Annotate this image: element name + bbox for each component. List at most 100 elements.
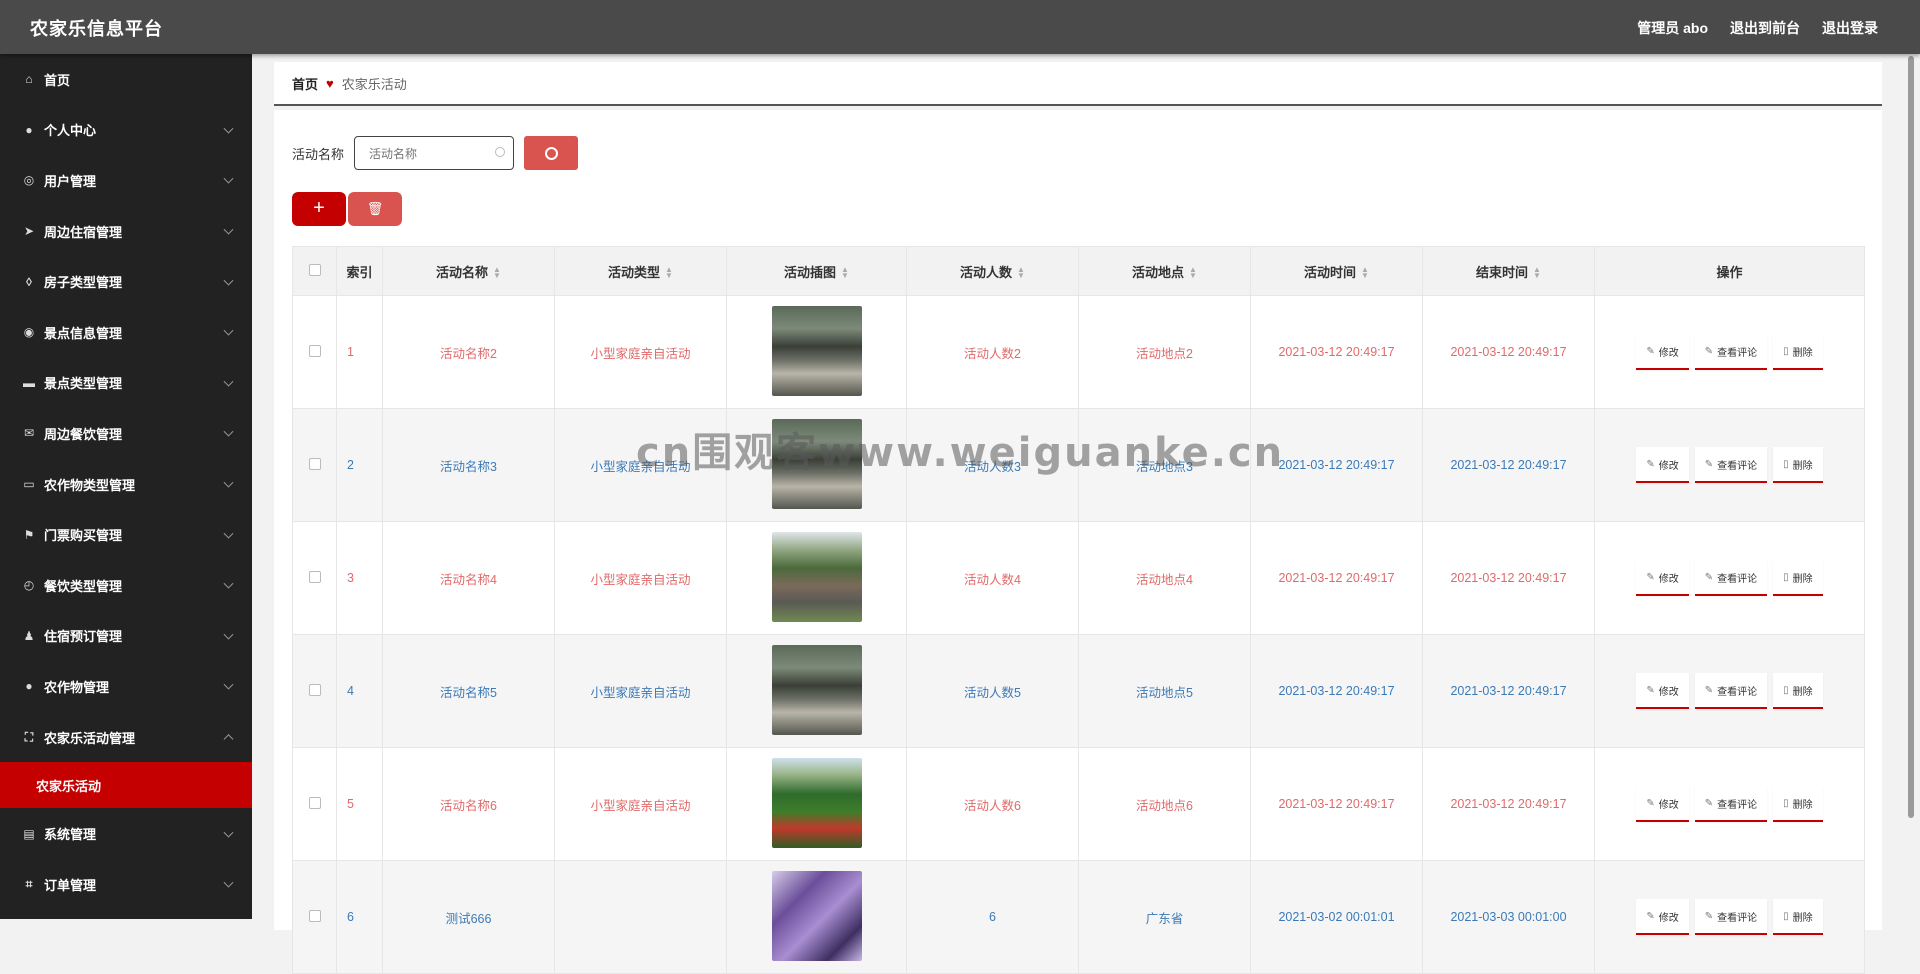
view-comments-button[interactable]: ✎ 查看评论 (1694, 447, 1768, 483)
select-all-checkbox[interactable] (308, 263, 321, 276)
activity-thumbnail[interactable] (771, 305, 862, 396)
actions-cell: ✎ 修改 ✎ 查看评论 ▯ 删除 (1594, 747, 1865, 861)
sidebar-item-3[interactable]: ➤ 周边住宿管理 (0, 206, 252, 257)
type-cell: 小型家庭亲自活动 (554, 747, 727, 861)
add-button[interactable]: + (292, 192, 346, 226)
view-comments-label: 查看评论 (1717, 686, 1758, 698)
sort-icon[interactable]: ▲ ▼ (665, 266, 673, 280)
sidebar-item-7[interactable]: ✉ 周边餐饮管理 (0, 408, 252, 459)
delete-button[interactable]: ▯ 删除 (1773, 560, 1823, 596)
activity-thumbnail[interactable] (771, 531, 862, 622)
column-header[interactable]: 活动地点 ▲ ▼ (1078, 246, 1251, 296)
index-cell: 2 (336, 408, 383, 522)
sidebar-subitem-activity[interactable]: 农家乐活动 (0, 762, 252, 809)
batch-delete-button[interactable]: 🗑 (348, 192, 402, 226)
row-checkbox[interactable] (308, 683, 321, 696)
search-button[interactable] (524, 136, 579, 170)
sidebar-item-15[interactable]: ⌗ 订单管理 (0, 859, 252, 910)
exit-to-front-link[interactable]: 退出到前台 (1730, 18, 1800, 38)
activity-thumbnail[interactable] (771, 757, 862, 848)
column-header[interactable]: 活动人数 ▲ ▼ (906, 246, 1079, 296)
chevron-down-icon (223, 224, 234, 235)
cell-text: 5 (347, 797, 354, 811)
column-header[interactable]: 活动名称 ▲ ▼ (382, 246, 555, 296)
sort-icon[interactable]: ▲ ▼ (1189, 266, 1197, 280)
type-cell: 小型家庭亲自活动 (554, 295, 727, 409)
sidebar-item-0[interactable]: ⌂ 首页 (0, 54, 252, 105)
cell-text: 2021-03-02 00:01:01 (1278, 910, 1395, 924)
edit-button[interactable]: ✎ 修改 (1636, 560, 1689, 596)
sort-icon[interactable]: ▲ ▼ (493, 266, 501, 280)
row-checkbox[interactable] (308, 570, 321, 583)
edit-button[interactable]: ✎ 修改 (1636, 673, 1689, 709)
sidebar: ⌂ 首页 ● 个人中心 ◎ 用户管理 ➤ 周边住宿管理 ◊ 房子类型管理 ◉ 景点信息管理 ▬ 景点类型管… (0, 54, 252, 919)
breadcrumb-home[interactable]: 首页 (292, 74, 318, 93)
column-header-label: 活动插图 (784, 264, 837, 280)
sidebar-item-9[interactable]: ⚑ 门票购买管理 (0, 509, 252, 560)
sidebar-item-label: 个人中心 (44, 123, 97, 139)
page-scrollbar[interactable] (1908, 56, 1914, 818)
sort-icon[interactable]: ▲ ▼ (1533, 266, 1541, 280)
delete-button[interactable]: ▯ 删除 (1773, 673, 1823, 709)
edit-button[interactable]: ✎ 修改 (1636, 334, 1689, 370)
sort-icon[interactable]: ▲ ▼ (1361, 266, 1369, 280)
column-header: 索引 (336, 246, 383, 296)
admin-user-link[interactable]: 管理员 abo (1637, 18, 1708, 38)
delete-button[interactable]: ▯ 删除 (1773, 899, 1823, 935)
activity-thumbnail[interactable] (771, 644, 862, 735)
logout-link[interactable]: 退出登录 (1822, 18, 1878, 38)
row-checkbox[interactable] (308, 796, 321, 809)
cell-text: 2 (347, 458, 354, 472)
edit-button[interactable]: ✎ 修改 (1636, 899, 1689, 935)
sidebar-item-6[interactable]: ▬ 景点类型管理 (0, 358, 252, 409)
column-header[interactable]: 活动插图 ▲ ▼ (726, 246, 907, 296)
sidebar-item-8[interactable]: ▭ 农作物类型管理 (0, 459, 252, 510)
sort-icon[interactable]: ▲ ▼ (841, 266, 849, 280)
sidebar-item-label: 景点类型管理 (44, 376, 123, 392)
sidebar-item-10[interactable]: ◴ 餐饮类型管理 (0, 560, 252, 611)
sidebar-item-14[interactable]: ▤ 系统管理 (0, 808, 252, 859)
search-input[interactable] (355, 137, 492, 171)
sidebar-item-11[interactable]: ♟ 住宿预订管理 (0, 611, 252, 662)
row-checkbox[interactable] (308, 457, 321, 470)
type-cell (554, 860, 727, 974)
column-header-label: 结束时间 (1476, 264, 1529, 280)
column-header[interactable]: 活动时间 ▲ ▼ (1250, 246, 1423, 296)
delete-button[interactable]: ▯ 删除 (1773, 447, 1823, 483)
sidebar-item-4[interactable]: ◊ 房子类型管理 (0, 256, 252, 307)
view-comments-button[interactable]: ✎ 查看评论 (1694, 899, 1768, 935)
sidebar-item-1[interactable]: ● 个人中心 (0, 105, 252, 156)
cell-text: 小型家庭亲自活动 (590, 798, 691, 813)
activity-thumbnail[interactable] (771, 418, 862, 509)
cell-text: 活动地点5 (1136, 685, 1193, 700)
place-cell: 活动地点5 (1078, 634, 1251, 748)
thumbnail-cell (726, 521, 907, 635)
edit-icon: ✎ (1646, 684, 1655, 696)
sidebar-item-label: 周边住宿管理 (44, 224, 123, 240)
sort-icon[interactable]: ▲ ▼ (1017, 266, 1025, 280)
trash-icon: ▯ (1783, 345, 1789, 357)
row-checkbox[interactable] (308, 909, 321, 922)
delete-button[interactable]: ▯ 删除 (1773, 334, 1823, 370)
column-header[interactable]: 结束时间 ▲ ▼ (1422, 246, 1595, 296)
sidebar-item-2[interactable]: ◎ 用户管理 (0, 155, 252, 206)
edit-button[interactable]: ✎ 修改 (1636, 447, 1689, 483)
view-comments-button[interactable]: ✎ 查看评论 (1694, 334, 1768, 370)
view-comments-button[interactable]: ✎ 查看评论 (1694, 560, 1768, 596)
delete-button[interactable]: ▯ 删除 (1773, 786, 1823, 822)
edit-icon: ✎ (1704, 571, 1714, 583)
view-comments-button[interactable]: ✎ 查看评论 (1694, 786, 1768, 822)
column-header[interactable]: 活动类型 ▲ ▼ (554, 246, 727, 296)
chevron-down-icon (223, 325, 234, 336)
activity-thumbnail[interactable] (771, 870, 862, 961)
row-checkbox[interactable] (308, 344, 321, 357)
edit-button[interactable]: ✎ 修改 (1636, 786, 1689, 822)
view-comments-label: 查看评论 (1717, 347, 1758, 359)
sidebar-item-5[interactable]: ◉ 景点信息管理 (0, 307, 252, 358)
row-actions: ✎ 修改 ✎ 查看评论 ▯ 删除 (1596, 560, 1863, 596)
index-cell: 4 (336, 634, 383, 748)
sidebar-item-12[interactable]: ● 农作物管理 (0, 661, 252, 712)
sidebar-item-13[interactable]: ⛶ 农家乐活动管理 (0, 712, 252, 763)
place-cell: 活动地点3 (1078, 408, 1251, 522)
view-comments-button[interactable]: ✎ 查看评论 (1694, 673, 1768, 709)
